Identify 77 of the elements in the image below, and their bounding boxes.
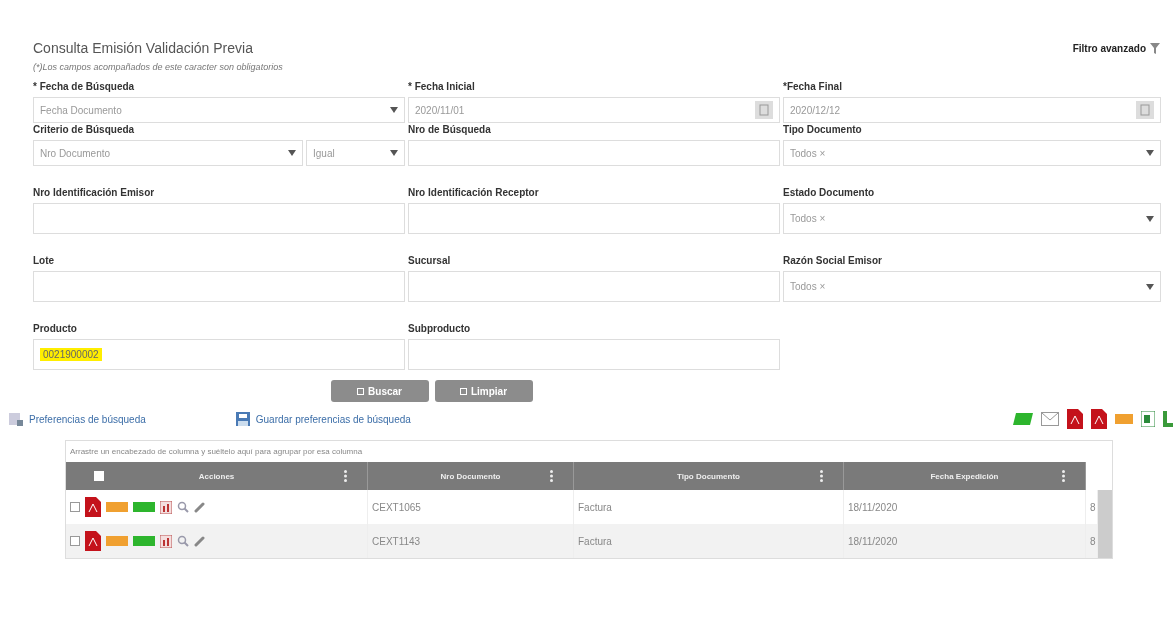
document-icon	[9, 412, 23, 426]
filter-icon	[1150, 42, 1160, 54]
advanced-filter-link[interactable]: Filtro avanzado	[1072, 42, 1160, 54]
input-field[interactable]	[33, 271, 405, 302]
kebab-icon[interactable]	[820, 470, 823, 482]
pdf-icon[interactable]	[1067, 409, 1083, 429]
caret-icon	[1146, 283, 1154, 290]
envelope-icon[interactable]	[1041, 412, 1059, 426]
multiselect-field[interactable]: Todos ×	[783, 271, 1161, 302]
caret-icon	[288, 150, 296, 156]
preferences-link[interactable]: Preferencias de búsqueda	[9, 412, 146, 426]
clear-button[interactable]: Limpiar	[434, 380, 533, 402]
column-header[interactable]: Fecha Expedición	[844, 462, 1086, 490]
multiselect-field[interactable]: Todos ×	[783, 203, 1161, 234]
save-icon	[235, 412, 250, 426]
table-cell: Factura	[574, 524, 844, 558]
field-label: *Fecha Final	[783, 80, 843, 94]
table-cell: 18/11/2020	[844, 524, 1086, 558]
select-field[interactable]: Nro Documento	[33, 140, 303, 166]
caret-icon	[390, 150, 398, 156]
calendar-icon[interactable]	[1136, 101, 1154, 119]
field-label: Criterio de Búsqueda	[33, 123, 136, 137]
chart-icon[interactable]	[160, 534, 172, 548]
paperclip-icon[interactable]	[194, 535, 206, 547]
pdf-icon[interactable]	[1091, 409, 1107, 429]
column-header[interactable]: Acciones	[66, 462, 368, 490]
search-icon[interactable]	[177, 535, 189, 547]
date-field[interactable]: 2020/11/01	[408, 97, 780, 123]
caret-icon	[1146, 215, 1154, 222]
paperclip-icon[interactable]	[194, 501, 206, 513]
select-field[interactable]: Fecha Documento	[33, 97, 405, 123]
kebab-icon[interactable]	[550, 470, 553, 482]
field-label: * Fecha Inicial	[408, 80, 476, 94]
field-label: Nro Identificación Emisor	[33, 186, 156, 200]
column-header[interactable]: Nro Documento	[368, 462, 574, 490]
field-label: Nro Identificación Receptor	[408, 186, 540, 200]
multiselect-field[interactable]: Todos ×	[783, 140, 1161, 166]
chart-icon[interactable]	[160, 500, 172, 514]
group-by-hint: Arrastre un encabezado de columna y suéltelo aquí para agrupar por esa columna	[69, 446, 364, 458]
field-label: Razón Social Emisor	[783, 254, 883, 268]
field-label: Tipo Documento	[783, 123, 863, 137]
field-label: Nro de Búsqueda	[408, 123, 492, 137]
kebab-icon[interactable]	[1062, 470, 1065, 482]
checkbox[interactable]	[70, 502, 80, 512]
caret-icon	[390, 107, 398, 113]
field-label: Estado Documento	[783, 186, 876, 200]
field-label: Lote	[33, 254, 56, 268]
date-field[interactable]: 2020/12/12	[783, 97, 1161, 123]
input-field[interactable]	[408, 271, 780, 302]
select-field[interactable]: Igual	[306, 140, 405, 166]
scrollbar	[1098, 490, 1112, 524]
checkbox[interactable]	[94, 471, 104, 481]
spreadsheet-icon[interactable]	[1141, 411, 1155, 427]
preferences-link[interactable]: Guardar preferencias de búsqueda	[235, 412, 411, 426]
search-icon[interactable]	[177, 501, 189, 513]
checkbox[interactable]	[70, 536, 80, 546]
field-label: Producto	[33, 322, 78, 336]
kebab-icon[interactable]	[344, 470, 347, 482]
page-title: Consulta Emisión Validación Previa	[33, 40, 253, 56]
input-field[interactable]	[33, 203, 405, 234]
table-cell: 8	[1086, 524, 1098, 558]
field-label: * Fecha de Búsqueda	[33, 80, 136, 94]
input-field[interactable]	[408, 203, 780, 234]
pdf-icon[interactable]	[85, 531, 101, 551]
table-cell: CEXT1143	[368, 524, 574, 558]
pdf-icon[interactable]	[85, 497, 101, 517]
column-header[interactable]: Tipo Documento	[574, 462, 844, 490]
field-label: Subproducto	[408, 322, 472, 336]
input-field[interactable]	[408, 339, 780, 370]
caret-icon	[1146, 150, 1154, 156]
search-button[interactable]: Buscar	[330, 380, 429, 402]
calendar-icon[interactable]	[755, 101, 773, 119]
input-field[interactable]: 0021900002	[33, 339, 405, 370]
scrollbar	[1098, 524, 1112, 558]
field-label: Sucursal	[408, 254, 452, 268]
required-note: (*)Los campos acompañados de este caracter son obligatorios	[33, 62, 284, 72]
input-field[interactable]	[408, 140, 780, 166]
